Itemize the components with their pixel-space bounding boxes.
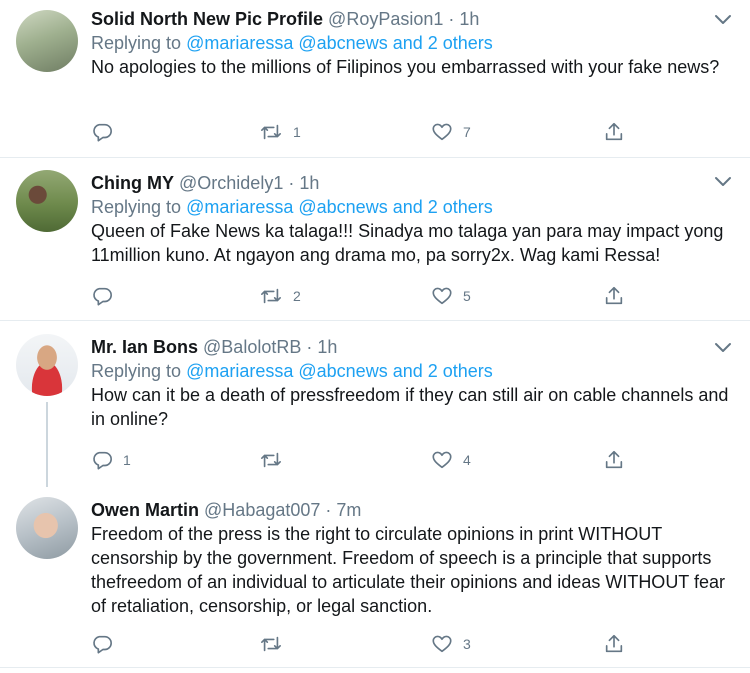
heart-icon — [431, 285, 453, 307]
replying-mentions-link[interactable]: @mariaressa @abcnews and 2 others — [186, 361, 493, 381]
tweet-text: Queen of Fake News ka talaga!!! Sinadya … — [91, 221, 724, 265]
heart-icon — [431, 633, 453, 655]
retweet-button[interactable]: 1 — [259, 120, 301, 144]
reply-button[interactable] — [91, 284, 123, 308]
tweet-text: Freedom of the press is the right to cir… — [91, 524, 725, 616]
like-count: 4 — [463, 452, 471, 468]
tweet-actions: 3 — [91, 632, 651, 656]
like-count: 7 — [463, 124, 471, 140]
retweet-icon — [259, 285, 283, 307]
avatar[interactable] — [16, 497, 78, 559]
tweet[interactable]: Ching MY @Orchidely1 · 1h Replying to @m… — [0, 158, 750, 321]
reply-icon — [91, 285, 113, 307]
tweet[interactable]: Mr. Ian Bons @BalolotRB · 1h Replying to… — [0, 321, 750, 487]
tweet-time[interactable]: 7m — [336, 500, 361, 520]
thread-connector-line — [46, 402, 48, 487]
reply-icon — [91, 633, 113, 655]
retweet-button[interactable]: 2 — [259, 284, 301, 308]
share-icon — [603, 121, 625, 143]
tweet-time[interactable]: 1h — [317, 337, 337, 357]
tweet-actions: 1 7 — [91, 120, 651, 144]
share-icon — [603, 633, 625, 655]
separator-dot: · — [288, 173, 295, 193]
tweet[interactable]: Solid North New Pic Profile @RoyPasion1 … — [0, 0, 750, 158]
retweet-button[interactable] — [259, 632, 293, 656]
author-name[interactable]: Ching MY — [91, 173, 174, 193]
share-icon — [603, 285, 625, 307]
reply-button[interactable] — [91, 120, 123, 144]
replying-to: Replying to @mariaressa @abcnews and 2 o… — [91, 195, 734, 219]
tweet-text: How can it be a death of pressfreedom if… — [91, 385, 729, 429]
replying-prefix: Replying to — [91, 33, 182, 53]
tweet-header: Ching MY @Orchidely1 · 1h — [91, 171, 734, 195]
separator-dot: · — [306, 337, 313, 357]
replying-to: Replying to @mariaressa @abcnews and 2 o… — [91, 31, 734, 55]
reply-icon — [91, 449, 113, 471]
like-count: 5 — [463, 288, 471, 304]
avatar[interactable] — [16, 170, 78, 232]
author-name[interactable]: Owen Martin — [91, 500, 199, 520]
avatar[interactable] — [16, 334, 78, 396]
replying-mentions-link[interactable]: @mariaressa @abcnews and 2 others — [186, 33, 493, 53]
tweet-header: Mr. Ian Bons @BalolotRB · 1h — [91, 335, 734, 359]
tweet-time[interactable]: 1h — [299, 173, 319, 193]
reply-icon — [91, 121, 113, 143]
like-button[interactable]: 4 — [431, 448, 471, 472]
share-button[interactable] — [603, 120, 625, 144]
heart-icon — [431, 449, 453, 471]
tweet[interactable]: Owen Martin @Habagat007 · 7m Freedom of … — [0, 487, 750, 668]
share-button[interactable] — [603, 448, 625, 472]
replying-to: Replying to @mariaressa @abcnews and 2 o… — [91, 359, 734, 383]
tweet-header: Solid North New Pic Profile @RoyPasion1 … — [91, 7, 734, 31]
reply-button[interactable] — [91, 632, 123, 656]
replying-prefix: Replying to — [91, 197, 182, 217]
tweet-actions: 2 5 — [91, 284, 651, 308]
share-icon — [603, 449, 625, 471]
like-count: 3 — [463, 636, 471, 652]
share-button[interactable] — [603, 284, 625, 308]
like-button[interactable]: 5 — [431, 284, 471, 308]
separator-dot: · — [448, 9, 455, 29]
heart-icon — [431, 121, 453, 143]
tweet-actions: 1 4 — [91, 448, 651, 472]
author-handle[interactable]: @Habagat007 — [204, 500, 320, 520]
retweet-icon — [259, 121, 283, 143]
author-handle[interactable]: @RoyPasion1 — [328, 9, 443, 29]
tweet-time[interactable]: 1h — [459, 9, 479, 29]
author-name[interactable]: Solid North New Pic Profile — [91, 9, 323, 29]
reply-button[interactable]: 1 — [91, 448, 131, 472]
replying-prefix: Replying to — [91, 361, 182, 381]
tweet-header: Owen Martin @Habagat007 · 7m — [91, 498, 734, 522]
tweet-text: No apologies to the millions of Filipino… — [91, 57, 720, 77]
retweet-count: 1 — [293, 124, 301, 140]
reply-count: 1 — [123, 452, 131, 468]
retweet-count: 2 — [293, 288, 301, 304]
author-handle[interactable]: @Orchidely1 — [179, 173, 283, 193]
separator-dot: · — [325, 500, 332, 520]
share-button[interactable] — [603, 632, 625, 656]
retweet-icon — [259, 633, 283, 655]
avatar[interactable] — [16, 10, 78, 72]
replying-mentions-link[interactable]: @mariaressa @abcnews and 2 others — [186, 197, 493, 217]
author-handle[interactable]: @BalolotRB — [203, 337, 301, 357]
like-button[interactable]: 7 — [431, 120, 471, 144]
retweet-button[interactable] — [259, 448, 293, 472]
retweet-icon — [259, 449, 283, 471]
author-name[interactable]: Mr. Ian Bons — [91, 337, 198, 357]
like-button[interactable]: 3 — [431, 632, 471, 656]
